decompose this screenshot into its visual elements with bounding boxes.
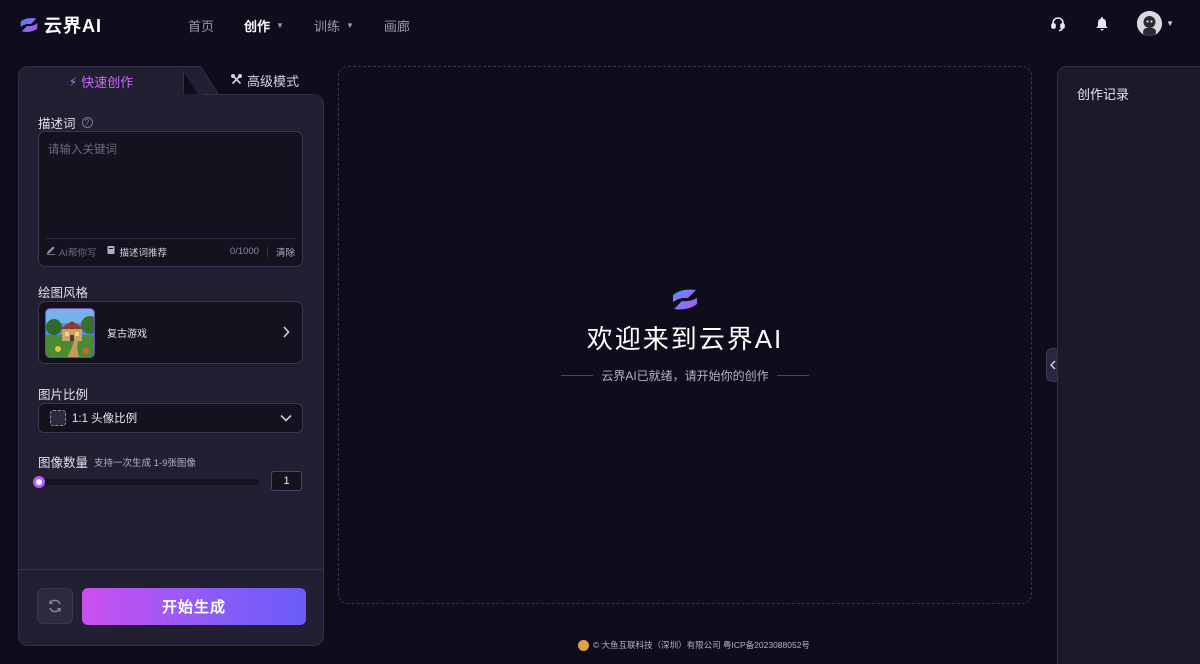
- nav-item-create[interactable]: 创作 ▼: [244, 16, 284, 35]
- caret-down-icon: ▼: [276, 21, 284, 30]
- top-nav-bar: 云界AI 首页 创作 ▼ 训练 ▼ 画廊 ▼: [0, 0, 1200, 48]
- tab-label: 高级模式: [246, 73, 299, 89]
- create-panel-body: 描述词 ? AI帮你写 描述词推荐 0/1000: [18, 94, 324, 646]
- top-right-actions: ▼: [1049, 11, 1174, 36]
- police-badge-icon: [578, 639, 589, 651]
- lightning-icon: ⚡: [68, 74, 78, 89]
- nav-label: 训练: [313, 19, 340, 34]
- divider: [776, 375, 809, 376]
- count-section-label: 图像数量 支持一次生成 1-9张图像: [38, 452, 196, 471]
- caret-down-icon: ▼: [345, 21, 354, 30]
- prompt-box: AI帮你写 描述词推荐 0/1000 清除: [38, 131, 303, 267]
- ratio-label: 图片比例: [38, 388, 89, 402]
- nav-item-home[interactable]: 首页: [188, 16, 214, 35]
- prompt-toolbar: AI帮你写 描述词推荐 0/1000 清除: [46, 238, 295, 264]
- style-label: 绘图风格: [38, 286, 89, 300]
- generate-button[interactable]: 开始生成: [82, 588, 306, 625]
- char-count: 0/1000: [229, 246, 259, 257]
- avatar: [1137, 11, 1163, 36]
- help-icon[interactable]: ?: [81, 117, 93, 128]
- clear-button[interactable]: 清除: [276, 245, 295, 259]
- recommend-label: 描述词推荐: [119, 247, 167, 259]
- style-selector[interactable]: 复古游戏: [38, 301, 303, 364]
- user-menu[interactable]: ▼: [1137, 11, 1174, 36]
- reset-button[interactable]: [37, 588, 73, 624]
- style-name: 复古游戏: [107, 329, 147, 340]
- nav-label: 首页: [188, 19, 215, 34]
- nav-item-gallery[interactable]: 画廊: [384, 16, 410, 35]
- chevron-left-icon: [1049, 360, 1056, 370]
- slider-thumb[interactable]: [33, 476, 45, 488]
- ai-write-label: AI帮你写: [59, 247, 97, 259]
- divider: [266, 246, 268, 257]
- book-icon: [106, 245, 116, 258]
- ratio-value: 1:1 头像比例: [72, 413, 138, 425]
- count-hint: 支持一次生成 1-9张图像: [94, 457, 196, 469]
- history-panel: 创作记录: [1057, 66, 1200, 664]
- ratio-square-icon: [50, 410, 66, 426]
- prompt-label: 描述词: [38, 117, 76, 131]
- count-slider[interactable]: [33, 476, 259, 488]
- refresh-icon: [49, 599, 61, 613]
- divider: [561, 375, 594, 376]
- headset-icon[interactable]: [1049, 15, 1067, 33]
- divider: [19, 569, 323, 570]
- welcome-subtitle: 云界AI已就绪，请开始你的创作: [601, 369, 769, 383]
- nav-item-train[interactable]: 训练 ▼: [314, 16, 354, 35]
- count-input[interactable]: 1: [271, 471, 302, 491]
- tab-advanced-mode[interactable]: 高级模式: [206, 66, 324, 94]
- prompt-input[interactable]: [48, 141, 293, 233]
- nav-label: 创作: [244, 19, 271, 34]
- style-section-label: 绘图风格: [38, 282, 88, 301]
- ratio-section-label: 图片比例: [38, 384, 88, 403]
- footer-text: © 大鱼互联科技（深圳）有限公司 粤ICP备2023088052号: [593, 640, 810, 650]
- prompt-recommend-button[interactable]: 描述词推荐: [106, 245, 167, 259]
- app-name: 云界AI: [44, 16, 102, 36]
- app-logo[interactable]: 云界AI: [18, 12, 102, 38]
- chevron-right-icon: [282, 325, 290, 341]
- prompt-section-label: 描述词 ?: [38, 113, 93, 132]
- count-label: 图像数量: [38, 456, 89, 470]
- nav-label: 画廊: [383, 19, 410, 34]
- welcome-title: 欢迎来到云界AI: [586, 324, 784, 354]
- create-panel: ⚡ 快速创作 高级模式 描述词 ? AI帮你写: [18, 66, 324, 646]
- ratio-select[interactable]: 1:1 头像比例: [38, 403, 303, 433]
- tools-icon: [230, 73, 242, 88]
- ai-write-button[interactable]: AI帮你写: [46, 245, 96, 259]
- welcome-subtitle-row: 云界AI已就绪，请开始你的创作: [339, 367, 1031, 384]
- main-nav: 首页 创作 ▼ 训练 ▼ 画廊: [188, 16, 440, 35]
- logo-icon: [20, 18, 38, 32]
- bell-icon[interactable]: [1093, 15, 1111, 33]
- style-thumbnail: [45, 307, 95, 358]
- pen-icon: [46, 245, 56, 258]
- tab-label: 快速创作: [81, 75, 134, 90]
- chevron-down-icon: [280, 409, 292, 427]
- caret-down-icon: ▼: [1166, 19, 1174, 28]
- logo-icon: [673, 289, 697, 310]
- history-title: 创作记录: [1077, 87, 1130, 102]
- canvas-area: 欢迎来到云界AI 云界AI已就绪，请开始你的创作: [338, 66, 1032, 604]
- footer: © 大鱼互联科技（深圳）有限公司 粤ICP备2023088052号: [578, 639, 810, 651]
- tab-quick-create[interactable]: ⚡ 快速创作: [18, 66, 184, 96]
